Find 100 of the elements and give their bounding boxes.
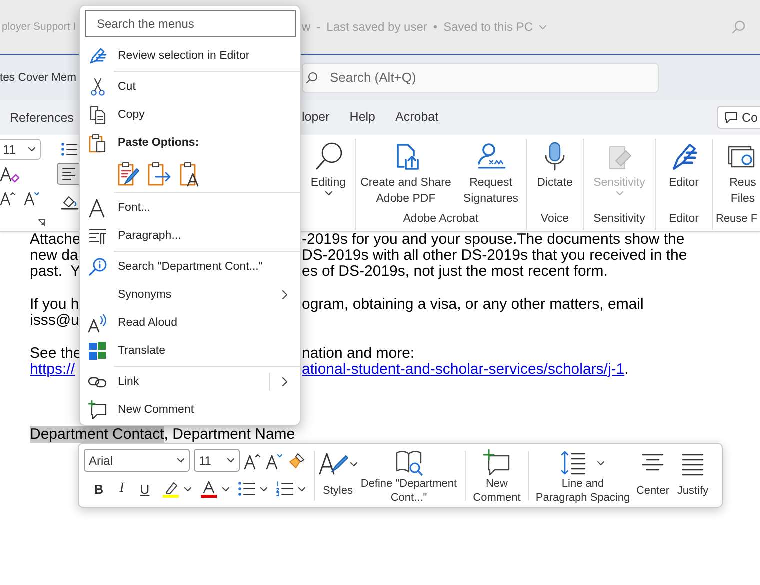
font-name-dropdown[interactable]: Arial bbox=[84, 449, 190, 472]
shading-icon[interactable] bbox=[61, 194, 79, 210]
shrink-font-icon[interactable] bbox=[266, 452, 284, 470]
justify-button[interactable]: Justify bbox=[675, 449, 711, 503]
link[interactable]: https:// bbox=[30, 361, 76, 378]
menu-item[interactable]: New Comment bbox=[80, 396, 300, 424]
body-text: es of DS-2019s, not just the most recent form. bbox=[302, 263, 608, 280]
menu-item[interactable]: Cut bbox=[80, 73, 300, 101]
body-text: isss@u bbox=[30, 312, 80, 329]
menu-item[interactable]: Font... bbox=[80, 194, 300, 222]
body-text: , Department Name bbox=[164, 426, 296, 443]
define-button[interactable]: Define "Department Cont..." bbox=[359, 449, 459, 503]
chevron-down-icon bbox=[324, 191, 332, 196]
group-label: Sensitivity bbox=[592, 213, 646, 227]
editing-button[interactable]: Editing bbox=[302, 139, 354, 213]
font-size-dropdown[interactable]: 11 bbox=[0, 139, 41, 160]
chevron-down-icon bbox=[350, 462, 358, 466]
comment-icon bbox=[483, 449, 511, 477]
paste-brush-icon[interactable] bbox=[116, 161, 140, 187]
underline-button[interactable]: U bbox=[135, 479, 155, 499]
signature-icon bbox=[475, 141, 507, 171]
document-title: ployer Support I bbox=[1, 21, 78, 33]
separator-text: - bbox=[316, 20, 321, 34]
read-aloud-icon bbox=[88, 313, 108, 333]
menu-item[interactable]: Copy bbox=[80, 101, 300, 129]
chevron-down-icon bbox=[616, 191, 624, 196]
body-text: nation and more: bbox=[302, 345, 415, 362]
chevron-down-icon bbox=[227, 458, 235, 463]
font-color-icon[interactable] bbox=[200, 480, 218, 498]
clipboard-icon bbox=[88, 133, 108, 153]
shrink-font-icon[interactable] bbox=[24, 190, 40, 206]
spacing-button[interactable]: Line and Paragraph Spacing bbox=[535, 449, 631, 503]
chevron-down-icon bbox=[260, 486, 268, 492]
group-label: Voice bbox=[540, 213, 570, 227]
clear-formatting-icon[interactable] bbox=[0, 165, 20, 185]
bullet-list-icon[interactable] bbox=[238, 481, 256, 497]
copy-icon bbox=[88, 105, 108, 125]
search-field[interactable]: Search the menus bbox=[85, 10, 296, 37]
body-text: ogram, obtaining a visa, or any other matters, email bbox=[302, 296, 644, 313]
menu-item[interactable]: Link bbox=[80, 368, 300, 396]
ribbon-tab[interactable]: Help bbox=[350, 106, 376, 130]
body-text: -2019s for you and your spouse.The documents show the bbox=[302, 231, 685, 248]
body-text: DS-2019s with all other DS-2019s that you received in the bbox=[302, 247, 688, 264]
comments-button[interactable]: Co bbox=[717, 106, 760, 129]
menu-item[interactable]: Paragraph... bbox=[80, 222, 300, 250]
dialog-launcher-icon[interactable] bbox=[38, 219, 46, 227]
reuse-button[interactable]: Reus Files bbox=[721, 139, 760, 213]
menu-item[interactable]: Synonyms bbox=[80, 281, 300, 309]
chevron-down-icon bbox=[184, 486, 192, 492]
comment-icon bbox=[725, 112, 738, 124]
pen-icon bbox=[88, 46, 108, 66]
group-label: Adobe Acrobat bbox=[402, 213, 480, 227]
document-name: tes Cover Mem bbox=[0, 72, 78, 84]
body-text: . bbox=[624, 361, 629, 378]
menu-item[interactable]: Search "Department Cont..." bbox=[80, 253, 300, 281]
center-button[interactable]: Center bbox=[635, 449, 671, 503]
editor-button[interactable]: Editor bbox=[657, 139, 711, 213]
search-field[interactable]: Search (Alt+Q) bbox=[328, 69, 632, 86]
align-left-button[interactable] bbox=[57, 163, 79, 185]
align-left-icon bbox=[62, 168, 76, 180]
ribbon-tab[interactable]: References bbox=[10, 106, 74, 130]
chevron-down-icon bbox=[597, 460, 605, 466]
ribbon-tab[interactable]: loper bbox=[302, 106, 330, 130]
pdf-button[interactable]: Create and Share Adobe PDF bbox=[357, 139, 455, 213]
styles-button[interactable]: Styles bbox=[321, 449, 355, 503]
dictate-button[interactable]: Dictate bbox=[528, 139, 582, 213]
menu-item[interactable]: Read Aloud bbox=[80, 309, 300, 337]
document-title: w bbox=[302, 20, 311, 34]
comment-icon bbox=[88, 400, 108, 420]
section-header: Paste Options: bbox=[80, 129, 300, 157]
separator-dot: • bbox=[433, 20, 438, 34]
menu-item[interactable]: Review selection in Editor bbox=[80, 42, 300, 70]
paintbrush-icon[interactable] bbox=[288, 452, 306, 470]
menu-item[interactable]: Translate bbox=[80, 337, 300, 365]
book-search-icon bbox=[395, 449, 423, 477]
chevron-right-icon bbox=[282, 290, 288, 300]
save-status: Last saved by user bbox=[326, 20, 428, 34]
search-icon bbox=[88, 257, 108, 277]
grow-font-icon[interactable] bbox=[244, 452, 262, 470]
highlighter-icon[interactable] bbox=[162, 480, 180, 498]
search-icon bbox=[306, 72, 318, 84]
link[interactable]: ational-student-and-scholar-services/scholars/j-1 bbox=[302, 361, 625, 378]
grow-font-icon[interactable] bbox=[0, 190, 16, 206]
chevron-down-icon bbox=[222, 486, 230, 492]
group-label: Reuse F bbox=[715, 213, 759, 227]
numbered-list-icon[interactable] bbox=[276, 481, 294, 497]
scissors-icon bbox=[88, 77, 108, 97]
comment-button[interactable]: New Comment bbox=[472, 449, 522, 503]
signature-button[interactable]: Request Signatures bbox=[457, 139, 525, 213]
search-box[interactable]: Search (Alt+Q) bbox=[302, 62, 659, 92]
body-text: new da bbox=[30, 247, 78, 264]
font-size-dropdown[interactable]: 11 bbox=[194, 449, 240, 472]
ribbon-tab[interactable]: Acrobat bbox=[396, 106, 439, 130]
chevron-down-icon bbox=[298, 486, 306, 492]
translate-icon bbox=[88, 341, 108, 361]
italic-button[interactable]: I bbox=[112, 479, 132, 499]
bold-button[interactable]: B bbox=[89, 479, 109, 499]
paste-arrow-icon[interactable] bbox=[146, 161, 172, 187]
chevron-right-icon bbox=[282, 377, 288, 387]
bullet-list-icon[interactable] bbox=[61, 142, 78, 157]
